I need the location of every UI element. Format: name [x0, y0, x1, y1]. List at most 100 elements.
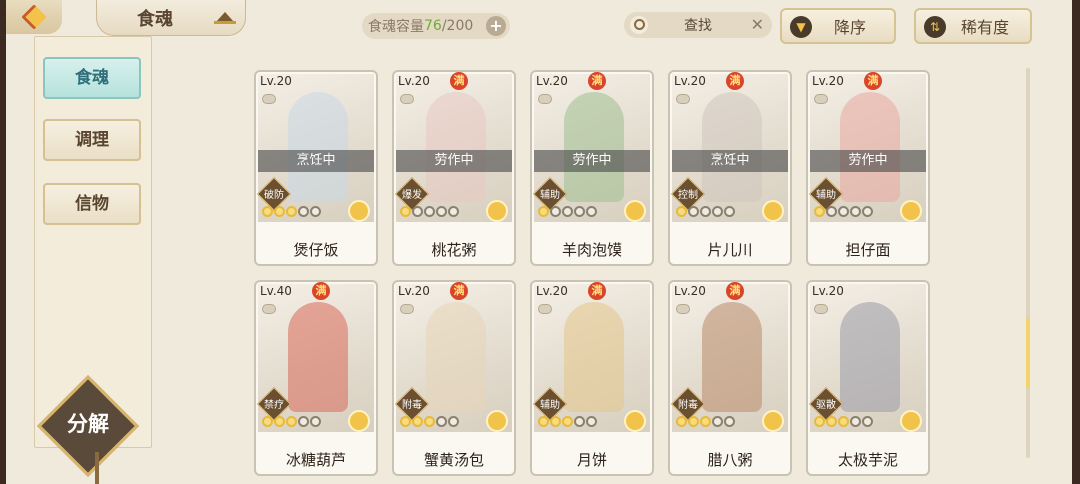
bond-icon	[712, 416, 723, 427]
close-icon[interactable]: ✕	[751, 15, 764, 34]
food-soul-card[interactable]: Lv.20 满 辅助 月饼	[530, 280, 654, 476]
food-soul-card[interactable]: Lv.20 驱散 太极芋泥	[806, 280, 930, 476]
character-figure	[288, 92, 348, 202]
sort-arrows-icon: ⇅	[924, 16, 946, 38]
bond-row	[676, 206, 735, 217]
bond-icon	[538, 416, 549, 427]
lock-icon	[814, 94, 828, 104]
bond-icon	[712, 206, 723, 217]
scrollbar-thumb[interactable]	[1026, 318, 1030, 388]
bond-row	[814, 416, 873, 427]
page-title-text: 食魂	[137, 8, 173, 30]
bond-icon	[286, 416, 297, 427]
scrollbar-track[interactable]	[1026, 68, 1030, 458]
card-name: 煲仔饭	[293, 241, 339, 259]
sidebar-item-soul[interactable]: 食魂	[43, 57, 141, 99]
bond-icon	[838, 416, 849, 427]
bond-icon	[436, 416, 447, 427]
bond-icon	[850, 416, 861, 427]
food-soul-card[interactable]: Lv.20 满 附毒 腊八粥	[668, 280, 792, 476]
full-badge: 满	[450, 72, 468, 90]
card-role: 附毒	[402, 400, 422, 411]
sidebar-item-label: 食魂	[75, 68, 109, 88]
left-edge	[0, 0, 6, 484]
bond-icon	[862, 416, 873, 427]
card-role: 控制	[678, 190, 698, 201]
search-button[interactable]: 查找 ✕	[624, 12, 772, 38]
full-badge: 满	[864, 72, 882, 90]
card-name: 太极芋泥	[837, 451, 898, 469]
flower-icon	[900, 410, 922, 432]
bond-icon	[262, 206, 273, 217]
card-level: Lv.20	[674, 74, 706, 88]
card-role: 辅助	[540, 400, 560, 411]
bond-icon	[826, 206, 837, 217]
card-level: Lv.20	[398, 284, 430, 298]
arrow-down-icon: ▼	[790, 16, 812, 38]
card-level: Lv.20	[812, 284, 844, 298]
full-badge: 满	[726, 282, 744, 300]
bond-row	[676, 416, 735, 427]
bond-icon	[424, 416, 435, 427]
bond-icon	[274, 416, 285, 427]
character-figure	[564, 92, 624, 202]
sort-rarity-button[interactable]: ⇅ 稀有度	[914, 8, 1032, 44]
card-name: 桃花粥	[431, 241, 477, 259]
bond-icon	[838, 206, 849, 217]
character-figure	[702, 92, 762, 202]
food-soul-card[interactable]: Lv.20 满 劳作中 辅助 羊肉泡馍	[530, 70, 654, 266]
food-soul-card[interactable]: Lv.20 满 烹饪中 控制 片儿川	[668, 70, 792, 266]
flower-icon	[486, 200, 508, 222]
sort-order-button[interactable]: ▼ 降序	[780, 8, 896, 44]
sidebar-item-conditioning[interactable]: 调理	[43, 119, 141, 161]
bond-icon	[814, 206, 825, 217]
card-role: 禁疗	[264, 400, 284, 411]
sidebar-item-token[interactable]: 信物	[43, 183, 141, 225]
food-soul-card[interactable]: Lv.20 烹饪中 破防 煲仔饭	[254, 70, 378, 266]
bond-icon	[826, 416, 837, 427]
card-status: 劳作中	[534, 150, 650, 172]
card-status: 劳作中	[396, 150, 512, 172]
bond-icon	[310, 206, 321, 217]
sidebar-item-label: 信物	[75, 194, 109, 214]
card-name: 片儿川	[707, 241, 753, 259]
bond-row	[400, 416, 459, 427]
bond-icon	[586, 416, 597, 427]
card-status: 烹饪中	[672, 150, 788, 172]
add-capacity-button[interactable]: +	[486, 16, 506, 36]
food-soul-card[interactable]: Lv.40 满 禁疗 冰糖葫芦	[254, 280, 378, 476]
capacity-label: 食魂容量	[368, 19, 424, 35]
bond-row	[814, 206, 873, 217]
back-button[interactable]	[6, 0, 62, 34]
sidebar-item-label: 调理	[75, 130, 109, 150]
flower-icon	[348, 410, 370, 432]
decompose-label: 分解	[67, 412, 109, 436]
capacity-display: 食魂容量 76 /200 +	[362, 13, 510, 39]
character-figure	[288, 302, 348, 412]
flower-icon	[762, 410, 784, 432]
bond-icon	[688, 206, 699, 217]
full-badge: 满	[726, 72, 744, 90]
bond-icon	[700, 206, 711, 217]
bond-icon	[574, 416, 585, 427]
bond-icon	[298, 206, 309, 217]
search-label: 查找	[684, 18, 712, 34]
character-figure	[564, 302, 624, 412]
card-level: Lv.20	[812, 74, 844, 88]
food-soul-card[interactable]: Lv.20 满 劳作中 爆发 桃花粥	[392, 70, 516, 266]
card-name: 冰糖葫芦	[285, 451, 346, 469]
bond-icon	[850, 206, 861, 217]
bond-row	[262, 206, 321, 217]
flower-icon	[762, 200, 784, 222]
capacity-max: /200	[441, 18, 474, 34]
food-soul-card[interactable]: Lv.20 满 劳作中 辅助 担仔面	[806, 70, 930, 266]
card-level: Lv.40	[260, 284, 292, 298]
capacity-current: 76	[424, 18, 442, 34]
bond-icon	[262, 416, 273, 427]
bond-icon	[448, 416, 459, 427]
food-soul-card[interactable]: Lv.20 满 附毒 蟹黄汤包	[392, 280, 516, 476]
lock-icon	[538, 304, 552, 314]
card-role: 附毒	[678, 400, 698, 411]
card-role: 破防	[264, 190, 284, 201]
bond-icon	[724, 416, 735, 427]
